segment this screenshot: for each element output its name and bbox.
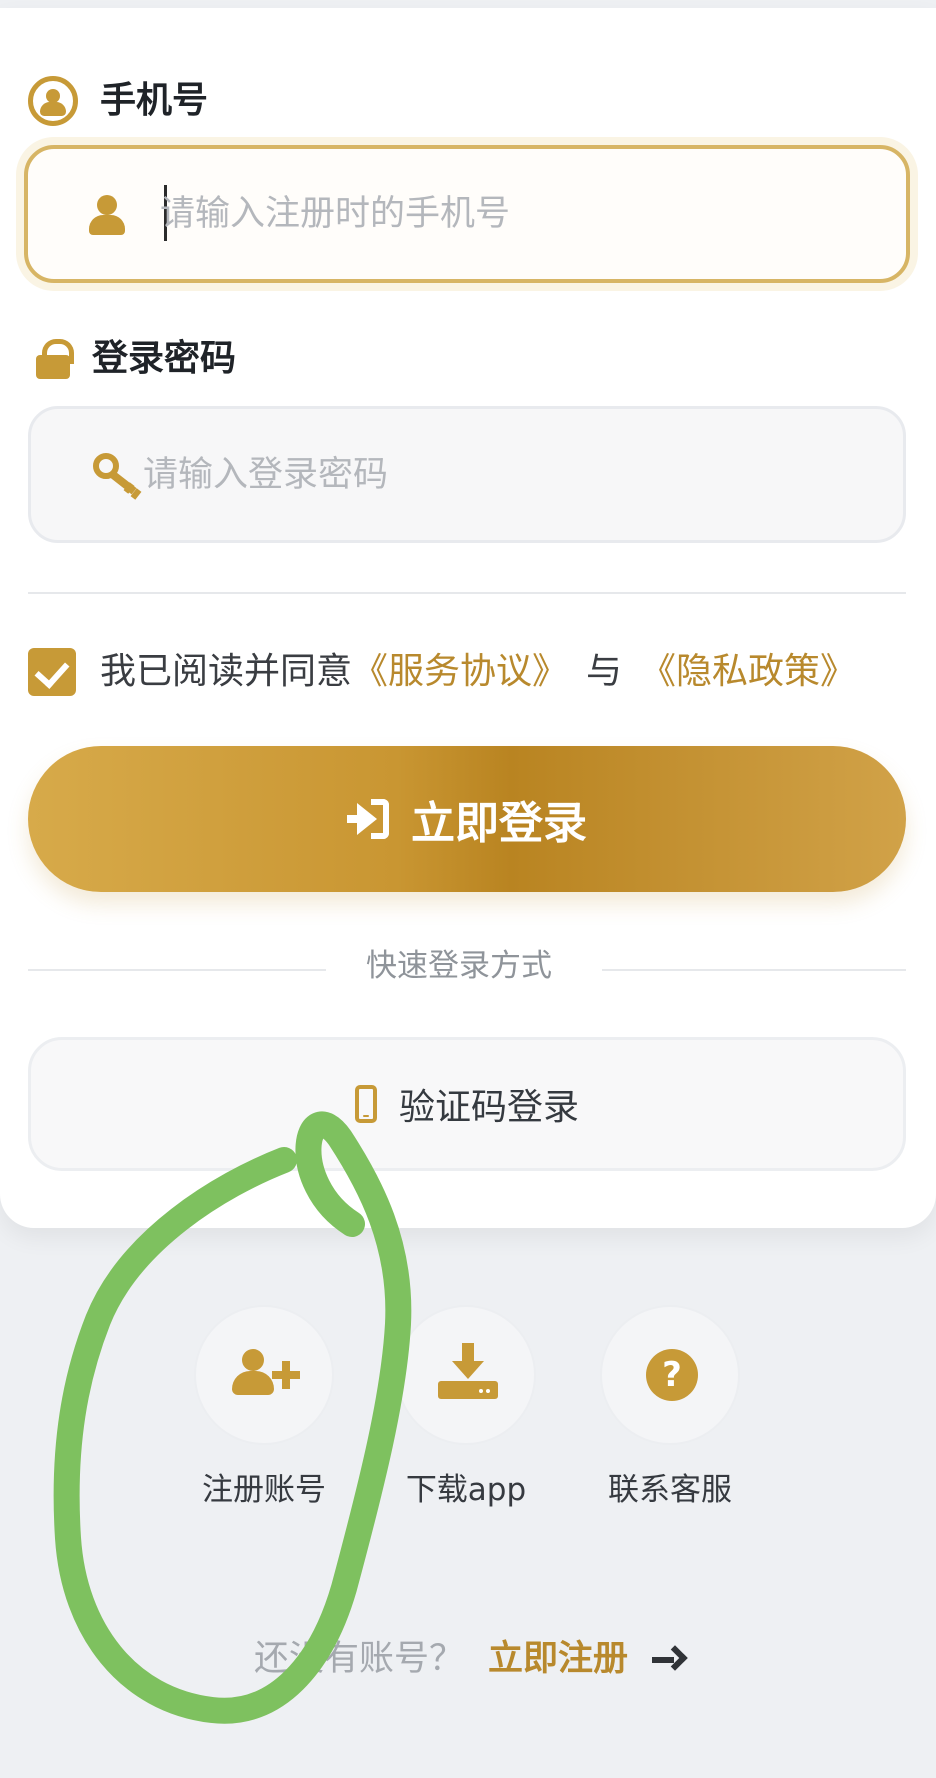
register-account-label: 注册账号 [202,1472,326,1508]
customer-service-icon-circle[interactable]: ? [600,1305,740,1445]
phone-input[interactable] [160,149,860,279]
login-button-label: 立即登录 [411,798,587,849]
quick-login-title: 快速登录方式 [366,948,552,984]
agreement-join-text: 与 [586,651,623,692]
service-agreement-link[interactable]: 《服务协议》 [352,654,568,690]
download-icon [438,1343,498,1399]
mobile-phone-icon [354,1085,377,1123]
agreement-prefix: 我已阅读并同意 [100,651,353,692]
help-icon: ? [646,1349,698,1401]
code-login-button[interactable]: 验证码登录 [28,1037,906,1171]
sign-in-icon [347,799,389,839]
privacy-policy-link[interactable]: 《隐私政策》 [640,654,856,690]
quick-login-divider-left [28,969,326,971]
password-label-text: 登录密码 [92,338,237,379]
phone-field-label: 手机号 [28,76,208,126]
phone-input-container[interactable] [24,145,910,283]
register-account-icon-circle[interactable] [194,1305,334,1445]
user-icon [86,195,128,241]
form-divider [28,592,906,594]
download-app-label: 下载app [405,1472,527,1508]
agreement-checkbox[interactable] [28,648,76,696]
password-input[interactable] [143,409,843,540]
download-app-icon-circle[interactable] [396,1305,536,1445]
arrow-right-icon[interactable] [652,1647,686,1673]
register-account-shortcut[interactable]: 注册账号 [184,1305,344,1506]
download-app-shortcut[interactable]: 下载app [386,1305,546,1506]
lock-icon [36,339,74,379]
add-user-icon [232,1349,302,1395]
no-account-text: 还没有账号？ [254,1639,465,1679]
customer-service-label: 联系客服 [608,1472,732,1508]
password-input-container[interactable] [28,406,906,543]
login-screen: 手机号 登录密码 我已阅读并同意 《服务协议》 与 《隐私政策》 [0,0,936,1778]
register-now-link[interactable]: 立即注册 [488,1642,628,1677]
agreement-text: 我已阅读并同意 《服务协议》 与 《隐私政策》 [100,654,856,690]
register-prompt: 还没有账号？ 立即注册 [254,1642,686,1677]
password-field-label: 登录密码 [36,339,236,379]
code-login-label: 验证码登录 [398,1087,579,1128]
login-button[interactable]: 立即登录 [28,746,906,892]
phone-label-text: 手机号 [100,80,209,121]
key-icon [93,453,143,500]
agreement-row: 我已阅读并同意 《服务协议》 与 《隐私政策》 [28,648,856,696]
quick-login-divider-right [602,969,906,971]
user-circle-icon [28,76,78,126]
customer-service-shortcut[interactable]: ? 联系客服 [590,1305,750,1506]
